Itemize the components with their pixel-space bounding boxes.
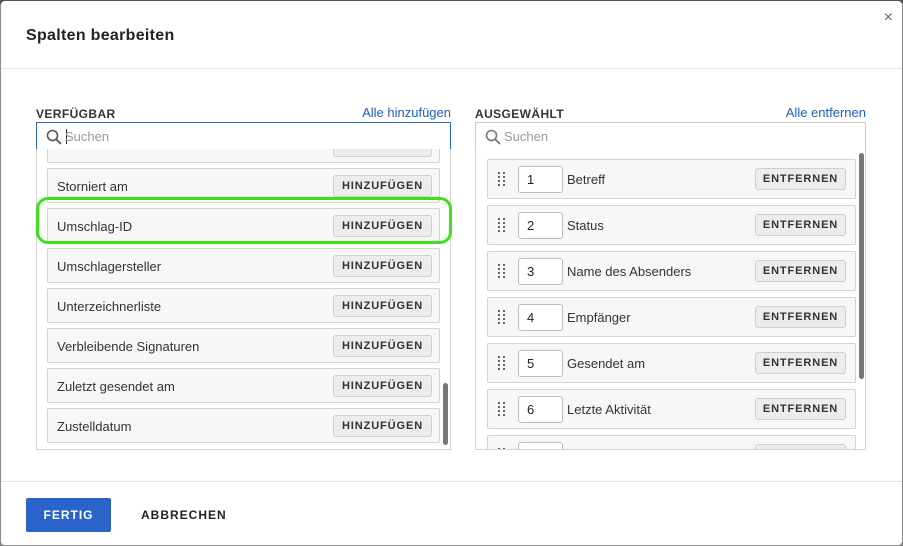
drag-handle-icon[interactable] <box>498 218 506 232</box>
selected-row: Name des Absenders ENTFERNEN <box>487 251 856 291</box>
drag-handle-icon[interactable] <box>498 310 506 324</box>
item-label: Letzte Aktivität <box>567 402 651 417</box>
order-input[interactable] <box>518 212 563 239</box>
order-input[interactable] <box>518 350 563 377</box>
edit-columns-dialog: Spalten bearbeiten × VERFÜGBAR Alle hinz… <box>1 1 902 545</box>
list-item: Unterzeichnerliste HINZUFÜGEN <box>47 288 440 323</box>
remove-button[interactable]: ENTFERNEN <box>755 260 846 282</box>
selected-row: Gesendet am ENTFERNEN <box>487 343 856 383</box>
item-label: Status <box>567 218 604 233</box>
add-button[interactable]: HINZUFÜGEN <box>333 255 432 277</box>
add-all-link[interactable]: Alle hinzufügen <box>362 105 451 120</box>
available-scrollbar[interactable] <box>443 383 448 445</box>
selected-row: ENTFERNEN <box>487 435 856 449</box>
add-button[interactable]: HINZUFÜGEN <box>333 335 432 357</box>
dialog-header: Spalten bearbeiten × <box>1 1 902 69</box>
order-input[interactable] <box>518 304 563 331</box>
dialog-footer: FERTIG ABBRECHEN <box>1 481 902 545</box>
selected-row: Empfänger ENTFERNEN <box>487 297 856 337</box>
item-label: Unterzeichnerliste <box>57 299 162 314</box>
selected-row: Status ENTFERNEN <box>487 205 856 245</box>
list-item: Zustelldatum HINZUFÜGEN <box>47 408 440 443</box>
selected-list[interactable]: Betreff ENTFERNEN Status ENTFERNEN Name … <box>475 149 866 450</box>
remove-button[interactable]: ENTFERNEN <box>755 168 846 190</box>
item-label: Umschlag-ID <box>57 219 133 234</box>
close-icon[interactable]: × <box>884 9 893 27</box>
order-input[interactable] <box>518 442 563 449</box>
available-list[interactable]: HINZUFÜGEN Storniert am HINZUFÜGEN Umsch… <box>36 149 451 450</box>
order-input[interactable] <box>518 396 563 423</box>
list-item: HINZUFÜGEN <box>47 149 440 163</box>
item-label: Empfänger <box>567 310 631 325</box>
selected-scrollbar[interactable] <box>859 153 864 379</box>
selected-row: Betreff ENTFERNEN <box>487 159 856 199</box>
cancel-button[interactable]: ABBRECHEN <box>141 508 227 522</box>
search-icon <box>46 129 62 145</box>
list-item: Verbleibende Signaturen HINZUFÜGEN <box>47 328 440 363</box>
dialog-title: Spalten bearbeiten <box>26 27 175 44</box>
available-heading: VERFÜGBAR <box>36 107 116 121</box>
list-item: Umschlagersteller HINZUFÜGEN <box>47 248 440 283</box>
add-button[interactable]: HINZUFÜGEN <box>333 175 432 197</box>
drag-handle-icon[interactable] <box>498 172 506 186</box>
selected-row: Letzte Aktivität ENTFERNEN <box>487 389 856 429</box>
search-icon <box>485 129 501 145</box>
drag-handle-icon[interactable] <box>498 264 506 278</box>
selected-search-box[interactable] <box>475 122 866 150</box>
remove-button[interactable]: ENTFERNEN <box>755 214 846 236</box>
item-label: Betreff <box>567 172 606 187</box>
item-label: Name des Absenders <box>567 264 692 279</box>
available-column: VERFÜGBAR Alle hinzufügen HINZUFÜGEN Sto… <box>36 105 451 450</box>
add-button[interactable]: HINZUFÜGEN <box>333 415 432 437</box>
item-label: Gesendet am <box>567 356 646 371</box>
drag-handle-icon[interactable] <box>498 356 506 370</box>
available-search-input[interactable] <box>65 127 405 146</box>
remove-button[interactable]: ENTFERNEN <box>755 398 846 420</box>
available-search-box[interactable] <box>36 122 451 150</box>
selected-heading: AUSGEWÄHLT <box>475 107 565 121</box>
drag-handle-icon[interactable] <box>498 402 506 416</box>
order-input[interactable] <box>518 258 563 285</box>
add-button[interactable]: HINZUFÜGEN <box>333 149 432 157</box>
item-label: Zustelldatum <box>57 419 132 434</box>
remove-button[interactable]: ENTFERNEN <box>755 352 846 374</box>
drag-handle-icon[interactable] <box>498 448 506 449</box>
list-item: Storniert am HINZUFÜGEN <box>47 168 440 203</box>
remove-all-link[interactable]: Alle entfernen <box>786 105 866 120</box>
item-label: Zuletzt gesendet am <box>57 379 175 394</box>
add-button[interactable]: HINZUFÜGEN <box>333 215 432 237</box>
remove-button[interactable]: ENTFERNEN <box>755 306 846 328</box>
selected-column: AUSGEWÄHLT Alle entfernen Betreff ENTFER… <box>475 105 866 450</box>
item-label: Verbleibende Signaturen <box>57 339 200 354</box>
add-button[interactable]: HINZUFÜGEN <box>333 375 432 397</box>
item-label: Storniert am <box>57 179 128 194</box>
add-button[interactable]: HINZUFÜGEN <box>333 295 432 317</box>
order-input[interactable] <box>518 166 563 193</box>
done-button[interactable]: FERTIG <box>26 498 111 532</box>
selected-search-input[interactable] <box>504 127 844 146</box>
list-item: Umschlag-ID HINZUFÜGEN <box>47 208 440 243</box>
item-label: Umschlagersteller <box>57 259 162 274</box>
remove-button[interactable]: ENTFERNEN <box>755 444 846 449</box>
list-item: Zuletzt gesendet am HINZUFÜGEN <box>47 368 440 403</box>
